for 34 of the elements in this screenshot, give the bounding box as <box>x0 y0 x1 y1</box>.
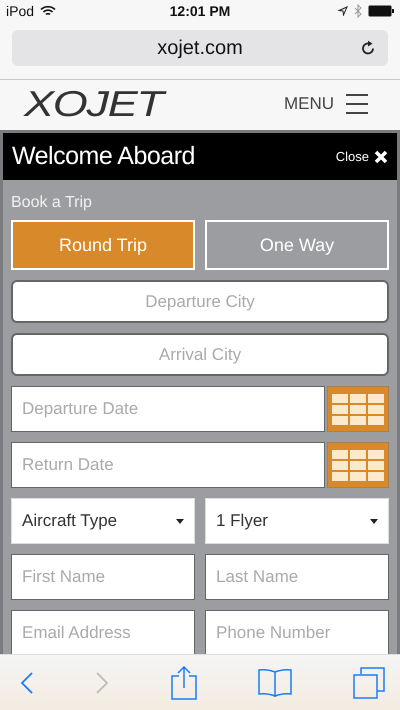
battery-icon <box>368 5 394 17</box>
date-field[interactable]: Departure Date <box>11 386 325 432</box>
caret-icon <box>370 518 378 524</box>
calendar-icon[interactable] <box>327 442 389 488</box>
input-field[interactable]: Email Address <box>11 610 195 654</box>
reload-icon[interactable] <box>360 40 376 56</box>
tabs-icon[interactable] <box>353 666 385 698</box>
menu-icon[interactable] <box>346 94 368 114</box>
share-icon[interactable] <box>170 666 196 700</box>
dropdown[interactable]: Aircraft Type <box>11 498 195 544</box>
dropdown[interactable]: 1 Flyer <box>205 498 389 544</box>
close-button[interactable]: Close <box>336 149 388 164</box>
city-field[interactable]: Departure City <box>11 280 389 323</box>
address-bar[interactable]: xojet.com <box>12 30 388 66</box>
date-field[interactable]: Return Date <box>11 442 325 488</box>
input-field[interactable]: Phone Number <box>205 610 389 654</box>
logo[interactable]: XOJET <box>24 83 163 125</box>
city-field[interactable]: Arrival City <box>11 333 389 376</box>
caret-icon <box>176 518 184 524</box>
section-label: Book a Trip <box>11 194 93 212</box>
calendar-icon[interactable] <box>327 386 389 432</box>
close-icon[interactable] <box>374 150 388 164</box>
carrier-name: iPod <box>6 3 34 19</box>
url-text: xojet.com <box>157 36 243 60</box>
back-icon[interactable] <box>20 672 34 694</box>
status-time: 12:01 PM <box>170 3 230 19</box>
panel-title: Welcome Aboard <box>12 142 195 171</box>
bluetooth-icon <box>354 4 362 18</box>
wifi-icon <box>40 5 56 17</box>
location-icon <box>338 6 348 16</box>
input-field[interactable]: First Name <box>11 554 195 600</box>
input-field[interactable]: Last Name <box>205 554 389 600</box>
menu-button[interactable]: MENU <box>284 94 368 114</box>
book-icon[interactable] <box>258 668 292 698</box>
